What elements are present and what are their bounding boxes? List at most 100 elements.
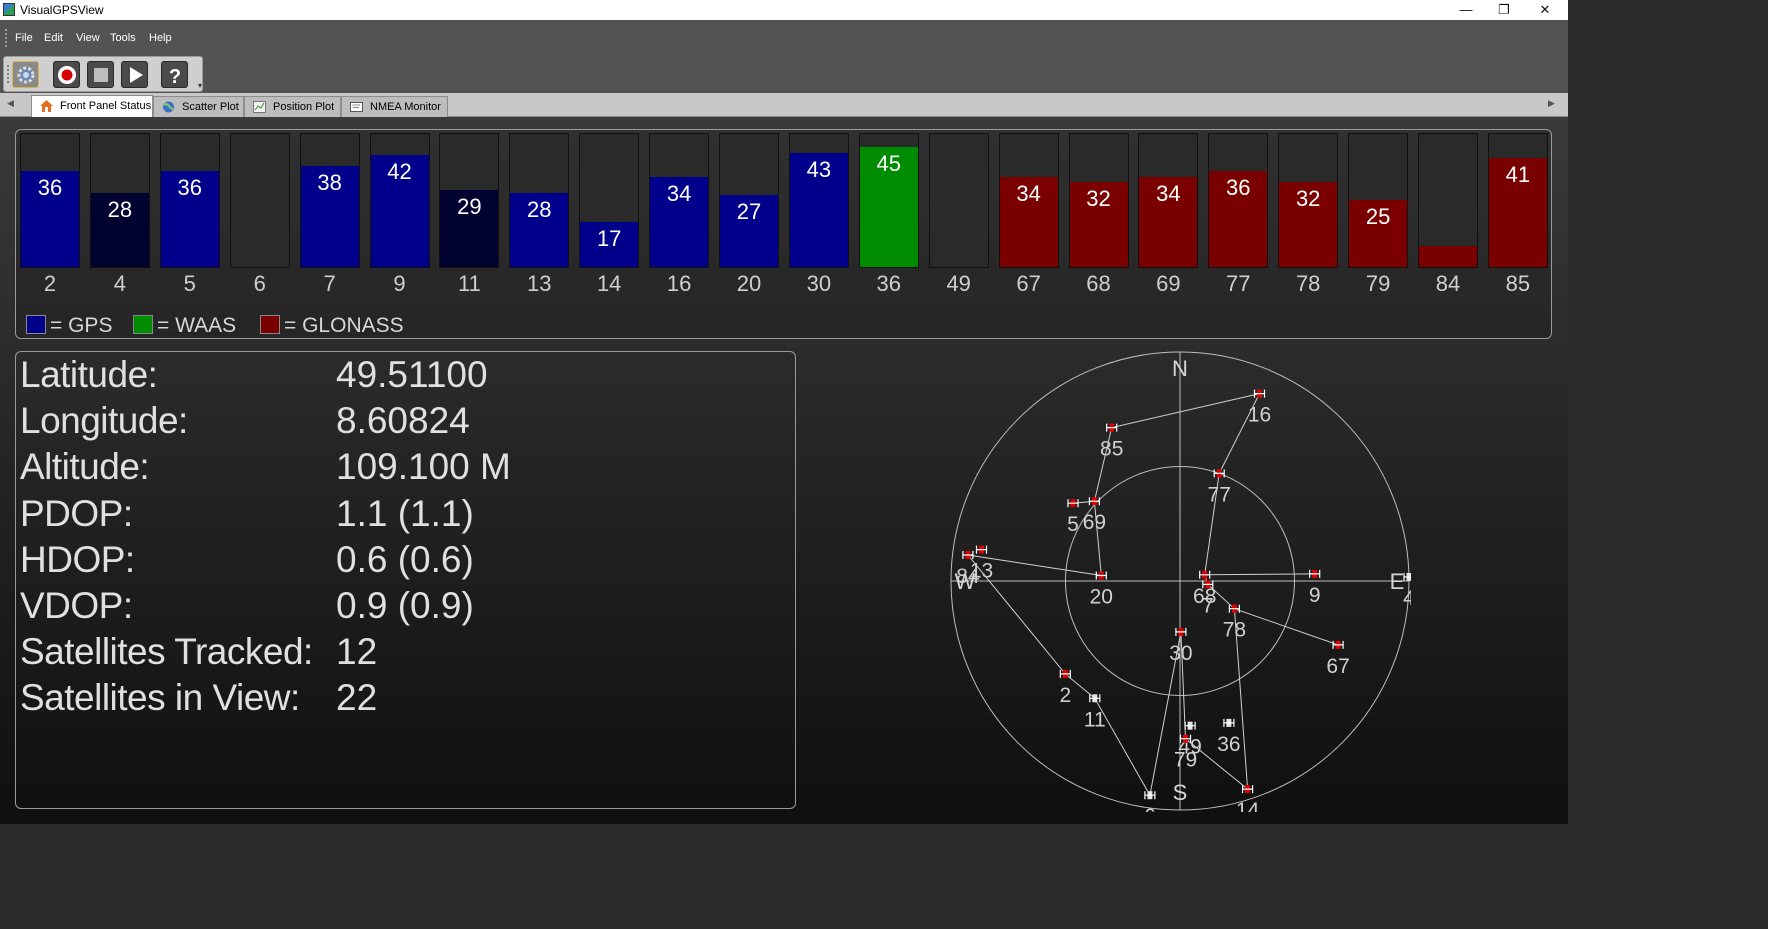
menu-view[interactable]: View: [76, 32, 100, 44]
south-label: S: [1173, 780, 1188, 805]
sky-satellite-label: 6: [1144, 805, 1156, 812]
signal-value: 36: [1226, 175, 1251, 200]
tab-scatter-plot[interactable]: Scatter Plot: [153, 96, 244, 117]
menu-help[interactable]: Help: [149, 32, 172, 44]
info-label: Altitude:: [20, 446, 150, 488]
info-row: Satellites Tracked: 12: [20, 631, 790, 677]
signal-bar-9: 42: [369, 133, 430, 268]
signal-bar-7: 38: [299, 133, 360, 268]
sky-satellite-2: 2: [1059, 669, 1071, 707]
signal-bar-2: 36: [20, 133, 80, 268]
settings-button[interactable]: [12, 61, 39, 88]
sky-satellite-label: 77: [1208, 483, 1231, 506]
menu-tools[interactable]: Tools: [110, 32, 136, 44]
help-button[interactable]: ?: [161, 61, 188, 88]
signal-bar-fill: 34: [1139, 177, 1198, 267]
sky-satellite-label: 16: [1248, 404, 1271, 427]
menu-edit[interactable]: Edit: [44, 32, 63, 44]
sky-satellite-6: 6: [1144, 791, 1156, 812]
sky-satellite-78: 78: [1223, 604, 1246, 642]
sky-satellite-label: 14: [1236, 799, 1260, 812]
app-icon: [3, 3, 15, 16]
signal-bar-67: 34: [998, 133, 1059, 268]
satellite-id-label: 30: [806, 271, 832, 296]
info-label: PDOP:: [20, 492, 133, 534]
sky-satellite-label: 7: [1202, 594, 1214, 617]
sky-satellite-label: 9: [1309, 584, 1321, 607]
satellite-id-label: 4: [113, 271, 127, 296]
sky-satellite-label: 20: [1090, 586, 1113, 609]
toolbar-overflow-icon[interactable]: ▾: [198, 81, 202, 90]
signal-bar-fill: 36: [21, 171, 79, 267]
signal-value: 38: [317, 170, 342, 195]
signal-bar-fill: 32: [1069, 182, 1128, 267]
signal-bar-fill: 36: [1209, 171, 1268, 267]
east-label: E: [1390, 569, 1405, 594]
legend-label: = GLONASS: [284, 314, 404, 337]
info-row: Longitude: 8.60824: [20, 400, 790, 446]
signal-bar-fill: 42: [370, 155, 429, 267]
record-button[interactable]: [53, 61, 80, 88]
satellite-id-label: 49: [946, 271, 971, 296]
sky-plot: NSEW851677569841320687947867211304979366…: [950, 351, 1411, 812]
legend-label: = GPS: [50, 314, 113, 337]
satellite-id-label: 77: [1226, 271, 1251, 296]
satellite-id-label: 69: [1156, 271, 1181, 296]
signal-value: 34: [666, 181, 692, 206]
info-value: 49.51100: [336, 354, 488, 395]
home-icon: [40, 100, 53, 112]
signal-bar-fill: [1419, 246, 1477, 267]
signal-bar-4: 28: [89, 133, 150, 268]
signal-value: 34: [1156, 181, 1181, 206]
signal-bar-69: 34: [1138, 133, 1199, 268]
info-value: 0.9 (0.9): [336, 585, 474, 626]
tab-position-plot[interactable]: Position Plot: [244, 96, 341, 117]
record-icon: [58, 66, 76, 84]
signal-value: 43: [806, 157, 832, 182]
toolbar-grip: [7, 65, 9, 85]
stop-button[interactable]: [87, 61, 114, 88]
info-row: Satellites in View: 22: [20, 677, 790, 723]
satellite-id-label: 67: [1016, 271, 1041, 296]
play-button[interactable]: [121, 61, 148, 88]
info-value: 8.60824: [336, 400, 470, 442]
signal-bar-49: [928, 133, 989, 268]
toolbar-panel: ? ▾: [3, 56, 203, 92]
info-value: 12: [336, 631, 378, 673]
tab-scroll-left-icon[interactable]: ◀: [7, 98, 14, 109]
info-label: HDOP:: [20, 538, 135, 580]
signal-bar-20: 27: [719, 133, 779, 268]
sky-satellite-label: 85: [1100, 438, 1123, 461]
satellite-id-label: 13: [527, 271, 552, 296]
signal-bar-fill: 17: [580, 222, 639, 267]
legend-swatch: [260, 315, 280, 334]
north-label: N: [1172, 356, 1188, 381]
sky-satellite-label: 79: [1174, 749, 1197, 772]
menu-file[interactable]: File: [15, 32, 33, 44]
toolbar: ? ▾: [0, 55, 1568, 93]
tab-scroll-right-icon[interactable]: ▶: [1548, 98, 1555, 109]
satellite-id-label: 16: [666, 271, 692, 296]
tab-label: Position Plot: [273, 101, 335, 113]
signal-bar-79: 25: [1348, 133, 1409, 268]
sky-satellite-9: 9: [1309, 569, 1321, 607]
signal-bar-77: 36: [1208, 133, 1269, 268]
signal-value: 29: [457, 194, 482, 219]
tab-front-panel-status[interactable]: Front Panel Status: [31, 95, 153, 117]
signal-bar-fill: 45: [859, 147, 918, 267]
signal-strength-panel: 36 2 28 4 36 5 6 38 7 42 9 29 11 28 13 17 14 34 16 27 20 43 30…: [15, 129, 1552, 339]
signal-bar-16: 34: [649, 133, 710, 268]
info-row: HDOP: 0.6 (0.6): [20, 539, 790, 585]
tab-label: NMEA Monitor: [370, 101, 441, 113]
sky-satellite-30: 30: [1169, 627, 1193, 665]
restore-button[interactable]: ❐: [1486, 0, 1522, 20]
tab-nmea-monitor[interactable]: NMEA Monitor: [341, 96, 448, 117]
minimize-button[interactable]: —: [1448, 0, 1484, 20]
settings-icon: [17, 66, 35, 84]
signal-bar-78: 32: [1278, 133, 1339, 268]
satellite-id-label: 78: [1295, 271, 1321, 296]
close-button[interactable]: ✕: [1527, 0, 1563, 20]
signal-bar-68: 32: [1068, 133, 1129, 268]
satellite-id-label: 7: [323, 271, 336, 296]
signal-bar-6: [229, 133, 290, 268]
